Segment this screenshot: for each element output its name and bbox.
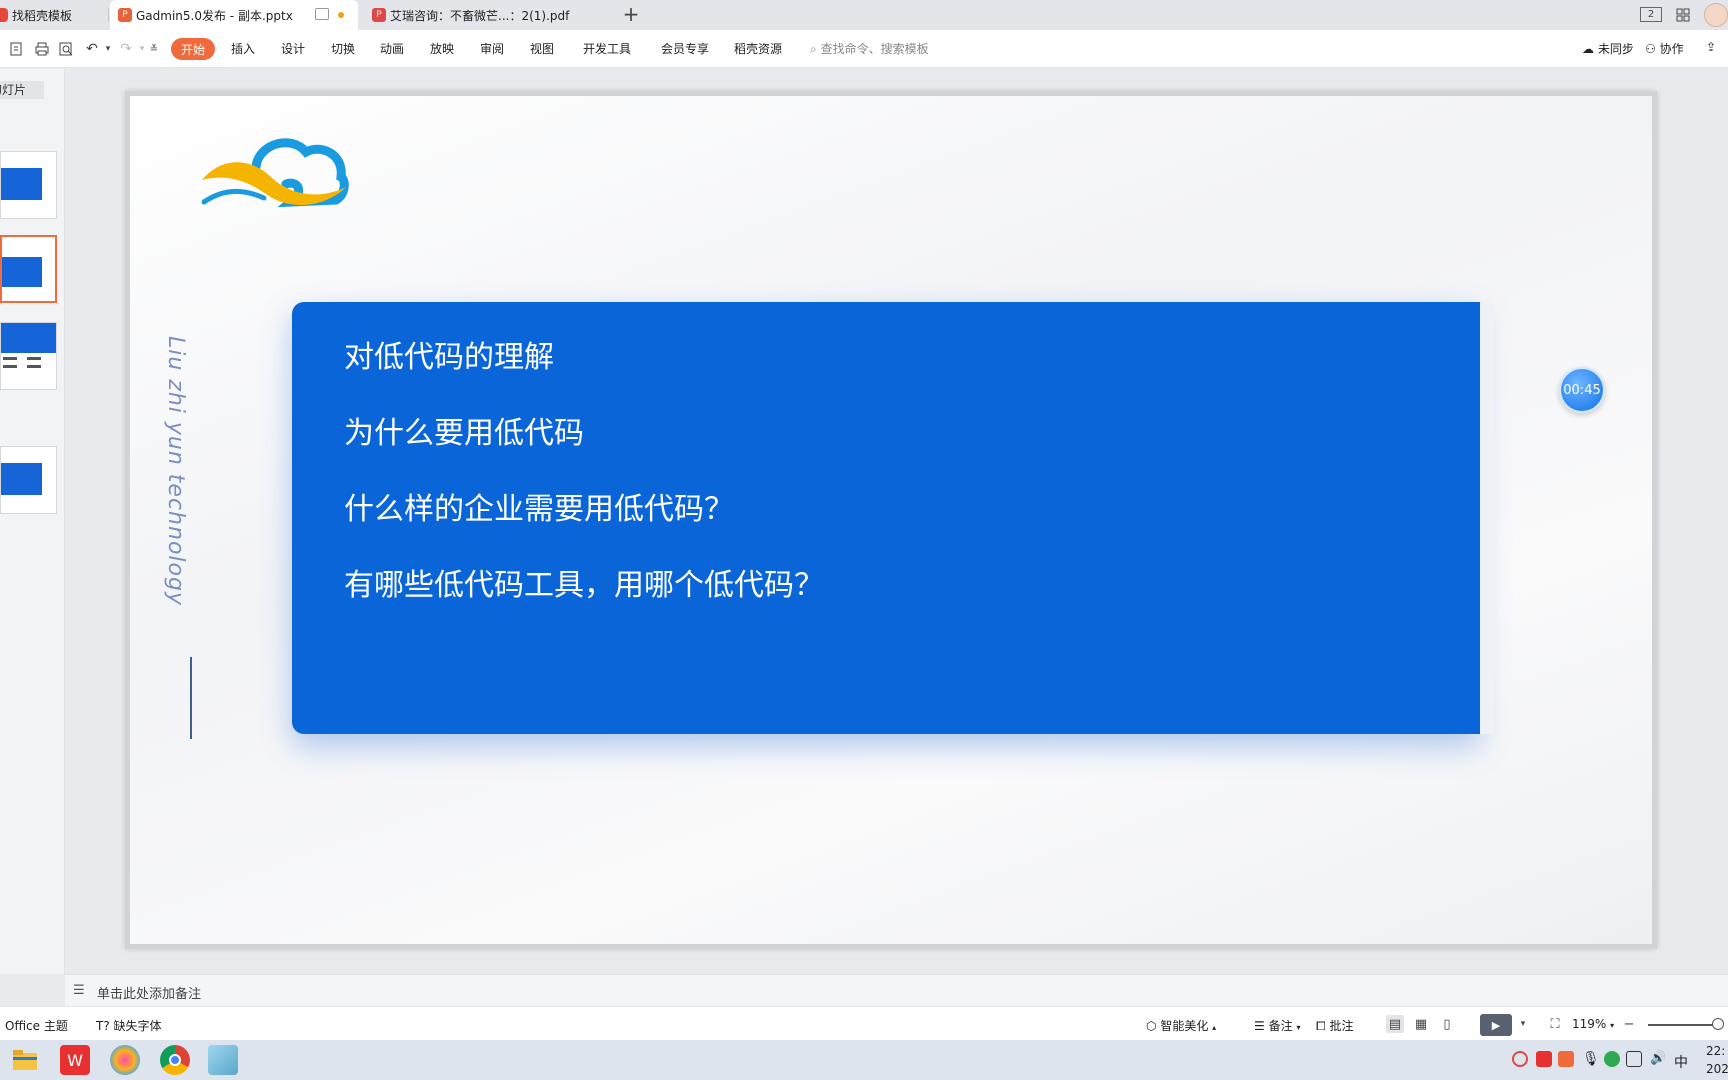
tray-green-icon[interactable] (1604, 1051, 1620, 1067)
notes-placeholder: 单击此处添加备注 (97, 987, 202, 1002)
zoom-slider[interactable] (1648, 1024, 1718, 1026)
comment-button[interactable]: ⧠ 批注 (1316, 1017, 1353, 1034)
ime-indicator[interactable]: 中 (1674, 1052, 1688, 1072)
agenda-line-2: 为什么要用低代码 (344, 416, 584, 451)
menu-view[interactable]: 视图 (530, 40, 554, 57)
menu-member[interactable]: 会员专享 (661, 40, 709, 57)
chrome-icon[interactable] (160, 1045, 190, 1075)
tab-label: 找稻壳模板 (12, 8, 73, 23)
card-edge (1480, 302, 1494, 734)
docer-icon (0, 8, 8, 22)
vertical-brand-text: Liu zhi yun technology (163, 336, 188, 606)
screen-icon[interactable] (315, 8, 329, 20)
microphone-icon[interactable]: 🎙 (1582, 1051, 1600, 1067)
browser-360-icon[interactable] (110, 1045, 140, 1075)
slide-thumbnail-2[interactable] (0, 235, 57, 303)
agenda-line-3: 什么样的企业需要用低代码？ (344, 492, 734, 527)
agenda-line-1: 对低代码的理解 (344, 340, 554, 375)
play-dropdown-icon[interactable]: ▾ (1514, 1015, 1532, 1033)
agenda-card[interactable]: 对低代码的理解 为什么要用低代码 什么样的企业需要用低代码？ 有哪些低代码工具，… (292, 302, 1480, 734)
wps-icon[interactable]: W (60, 1045, 90, 1075)
chevron-up-icon: ▴ (1212, 1023, 1217, 1032)
cloud-logo-icon (201, 138, 349, 208)
grid-view-icon[interactable] (1672, 5, 1694, 25)
tray-wps-icon[interactable] (1536, 1051, 1552, 1067)
zoom-level[interactable]: 119% ▾ (1572, 1017, 1614, 1031)
font-icon: T? (96, 1019, 110, 1033)
slide-thumbnail-3[interactable] (0, 322, 57, 390)
menu-review[interactable]: 审阅 (480, 40, 504, 57)
undo-dropdown-icon[interactable]: ▾ (98, 39, 118, 59)
panel-tab-slides[interactable]: 幻灯片 (0, 81, 44, 99)
normal-view-icon[interactable]: ▤ (1386, 1015, 1404, 1033)
reading-view-icon[interactable]: ▯ (1438, 1015, 1456, 1033)
notes-toggle-icon: ☰ (1254, 1019, 1265, 1033)
ribbon: ↶ ▾ ↷ ▾ ≚ 开始 插入 设计 切换 动画 放映 审阅 视图 开发工具 会… (0, 30, 1728, 68)
sync-button[interactable]: ☁ 未同步 (1582, 40, 1634, 57)
menu-design[interactable]: 设计 (281, 40, 305, 57)
slide[interactable]: Liu zhi yun technology 对低代码的理解 为什么要用低代码 … (125, 91, 1657, 949)
notes-toggle-button[interactable]: ☰ 备注 ▾ (1254, 1017, 1300, 1034)
smart-beautify-button[interactable]: ⬡ 智能美化 ▴ (1146, 1017, 1216, 1034)
menu-transition[interactable]: 切换 (331, 40, 355, 57)
search-placeholder: 查找命令、搜索模板 (820, 42, 929, 56)
tab-label: 艾瑞咨询：不畜微芒...：2(1).pdf (390, 8, 570, 23)
tray-app-icon[interactable] (1512, 1051, 1528, 1067)
play-slideshow-button[interactable]: ▶ (1480, 1014, 1512, 1036)
tab-pdf[interactable]: P 艾瑞咨询：不畜微芒...：2(1).pdf (362, 0, 608, 30)
new-tab-button[interactable]: + (620, 4, 642, 26)
search-icon: ⌕ (810, 42, 817, 56)
missing-font-button[interactable]: T? 缺失字体 (96, 1017, 162, 1034)
status-bar: Office 主题 T? 缺失字体 ⬡ 智能美化 ▴ ☰ 备注 ▾ ⧠ 批注 ▤… (0, 1006, 1728, 1040)
clock-date[interactable]: 202 (1706, 1062, 1728, 1076)
vertical-divider (190, 657, 192, 739)
menu-insert[interactable]: 插入 (231, 40, 255, 57)
slide-sorter-icon[interactable]: ▦ (1412, 1015, 1430, 1033)
ppt-file-icon: P (118, 8, 132, 22)
beautify-icon: ⬡ (1146, 1019, 1157, 1033)
notes-bar[interactable]: ☰ 单击此处添加备注 (65, 974, 1728, 1006)
customize-toolbar-icon[interactable]: ≚ (144, 39, 164, 59)
file-explorer-icon[interactable] (10, 1045, 40, 1075)
tab-bar: 找稻壳模板 P Gadmin5.0发布 - 副本.pptx P 艾瑞咨询：不畜微… (0, 0, 1728, 30)
volume-icon[interactable]: 🔊 (1650, 1051, 1666, 1067)
tab-pptx[interactable]: P Gadmin5.0发布 - 副本.pptx (110, 0, 358, 30)
taskbar: W 🎙 🔊 中 22: 202 (0, 1040, 1728, 1080)
comment-icon: ⧠ (1316, 1019, 1326, 1033)
cloud-icon: ☁ (1582, 42, 1594, 56)
menu-docer-resources[interactable]: 稻壳资源 (734, 40, 782, 57)
slide-thumbnail-panel: 幻灯片 (0, 69, 65, 974)
tray-pdf-icon[interactable] (1558, 1051, 1574, 1067)
zoom-out-icon[interactable]: − (1620, 1015, 1638, 1033)
new-file-icon[interactable] (6, 39, 26, 59)
print-preview-icon[interactable] (56, 39, 76, 59)
notepad-icon[interactable] (208, 1045, 238, 1075)
fit-window-icon[interactable]: ⛶ (1546, 1015, 1564, 1033)
tab-label: Gadmin5.0发布 - 副本.pptx (136, 8, 293, 23)
chevron-down-icon: ▾ (1296, 1023, 1301, 1032)
theme-label[interactable]: Office 主题 (5, 1017, 68, 1034)
menu-developer[interactable]: 开发工具 (583, 40, 631, 57)
slide-thumbnail-1[interactable] (0, 151, 57, 219)
collaborate-button[interactable]: ⚇ 协作 (1645, 40, 1684, 57)
pdf-file-icon: P (372, 8, 386, 22)
avatar[interactable] (1704, 3, 1728, 27)
menu-animation[interactable]: 动画 (380, 40, 404, 57)
menu-home[interactable]: 开始 (171, 38, 215, 60)
slide-thumbnail-4[interactable] (0, 446, 57, 514)
tab-find-template[interactable]: 找稻壳模板 (0, 0, 106, 30)
command-search[interactable]: ⌕ 查找命令、搜索模板 (810, 40, 929, 57)
recording-timer[interactable]: 00:45 (1559, 367, 1605, 413)
unsaved-dot-icon (338, 12, 344, 18)
clock-time[interactable]: 22: (1706, 1044, 1725, 1058)
notes-icon: ☰ (73, 983, 85, 998)
menu-slideshow[interactable]: 放映 (430, 40, 454, 57)
network-icon[interactable] (1626, 1051, 1642, 1067)
print-icon[interactable] (32, 39, 52, 59)
zoom-slider-handle[interactable] (1712, 1018, 1724, 1030)
agenda-line-4: 有哪些低代码工具，用哪个低代码？ (344, 568, 824, 603)
share-icon[interactable]: ⇪ (1706, 40, 1716, 54)
collaborate-icon: ⚇ (1645, 42, 1656, 56)
window-count-icon[interactable]: 2 (1640, 7, 1662, 22)
